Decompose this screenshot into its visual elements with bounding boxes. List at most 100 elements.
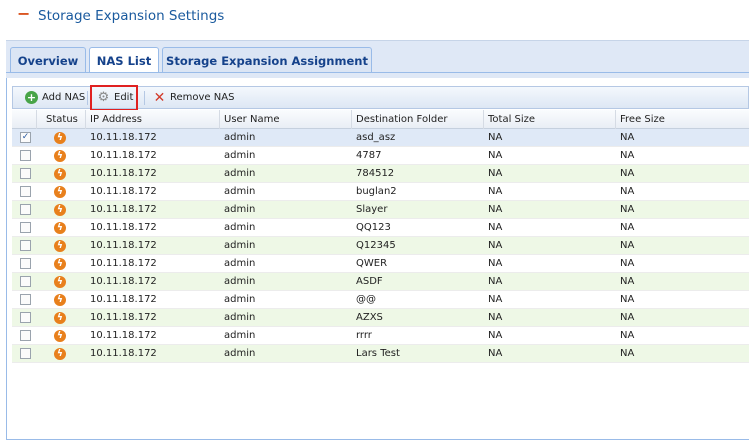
header-checkbox-column xyxy=(12,110,37,129)
table-row[interactable]: ϟ 10.11.18.172 admin QQ123 NA NA xyxy=(12,219,749,237)
remove-x-icon: ✕ xyxy=(153,89,166,106)
edit-highlight-box xyxy=(90,85,138,111)
tab-overview[interactable]: Overview xyxy=(10,47,86,74)
cell-ip-address: 10.11.18.172 xyxy=(90,168,157,179)
cell-destination-folder: Lars Test xyxy=(356,348,400,359)
grid-header: Status IP Address User Name Destination … xyxy=(12,110,749,129)
cell-ip-address: 10.11.18.172 xyxy=(90,222,157,233)
table-row[interactable]: ϟ 10.11.18.172 admin ASDF NA NA xyxy=(12,273,749,291)
minus-icon[interactable]: − xyxy=(17,6,30,22)
header-user-name[interactable]: User Name xyxy=(220,110,352,129)
header-status[interactable]: Status xyxy=(37,110,86,129)
row-checkbox[interactable] xyxy=(20,258,31,269)
row-checkbox[interactable] xyxy=(20,204,31,215)
table-row[interactable]: ϟ 10.11.18.172 admin rrrr NA NA xyxy=(12,327,749,345)
section-title: Storage Expansion Settings xyxy=(38,8,225,24)
header-free-size[interactable]: Free Size xyxy=(616,110,749,129)
row-checkbox[interactable] xyxy=(20,348,31,359)
row-checkbox[interactable] xyxy=(20,330,31,341)
status-lightning-icon: ϟ xyxy=(54,150,66,162)
cell-user-name: admin xyxy=(224,258,256,269)
row-checkbox[interactable] xyxy=(20,222,31,233)
table-row[interactable]: ϟ 10.11.18.172 admin @@ NA NA xyxy=(12,291,749,309)
row-checkbox[interactable] xyxy=(20,168,31,179)
cell-free-size: NA xyxy=(620,204,635,215)
grid-body: ✓ ϟ 10.11.18.172 admin asd_asz NA NA ϟ 10.11.18.… xyxy=(12,129,749,363)
cell-user-name: admin xyxy=(224,348,256,359)
cell-destination-folder: AZXS xyxy=(356,312,383,323)
add-circle-icon: + xyxy=(25,91,38,104)
cell-ip-address: 10.11.18.172 xyxy=(90,186,157,197)
status-lightning-icon: ϟ xyxy=(54,330,66,342)
cell-destination-folder: asd_asz xyxy=(356,132,396,143)
cell-user-name: admin xyxy=(224,276,256,287)
cell-total-size: NA xyxy=(488,348,503,359)
tab-nas-list[interactable]: NAS List xyxy=(89,47,159,75)
row-checkbox[interactable] xyxy=(20,294,31,305)
cell-destination-folder: QWER xyxy=(356,258,388,269)
cell-user-name: admin xyxy=(224,132,256,143)
row-checkbox[interactable] xyxy=(20,240,31,251)
table-row[interactable]: ϟ 10.11.18.172 admin buglan2 NA NA xyxy=(12,183,749,201)
cell-user-name: admin xyxy=(224,186,256,197)
cell-free-size: NA xyxy=(620,330,635,341)
cell-ip-address: 10.11.18.172 xyxy=(90,150,157,161)
table-row[interactable]: ϟ 10.11.18.172 admin AZXS NA NA xyxy=(12,309,749,327)
status-lightning-icon: ϟ xyxy=(54,222,66,234)
cell-ip-address: 10.11.18.172 xyxy=(90,312,157,323)
status-lightning-icon: ϟ xyxy=(54,258,66,270)
cell-total-size: NA xyxy=(488,276,503,287)
cell-user-name: admin xyxy=(224,294,256,305)
table-row[interactable]: ϟ 10.11.18.172 admin QWER NA NA xyxy=(12,255,749,273)
table-row[interactable]: ✓ ϟ 10.11.18.172 admin asd_asz NA NA xyxy=(12,129,749,147)
cell-free-size: NA xyxy=(620,222,635,233)
row-checkbox[interactable] xyxy=(20,312,31,323)
row-checkbox[interactable] xyxy=(20,186,31,197)
status-lightning-icon: ϟ xyxy=(54,132,66,144)
add-nas-button[interactable]: + Add NAS xyxy=(25,87,85,108)
cell-user-name: admin xyxy=(224,222,256,233)
cell-total-size: NA xyxy=(488,312,503,323)
section-header: − Storage Expansion Settings xyxy=(0,0,749,40)
cell-free-size: NA xyxy=(620,168,635,179)
cell-total-size: NA xyxy=(488,204,503,215)
cell-destination-folder: ASDF xyxy=(356,276,383,287)
cell-ip-address: 10.11.18.172 xyxy=(90,330,157,341)
cell-ip-address: 10.11.18.172 xyxy=(90,240,157,251)
header-destination-folder[interactable]: Destination Folder xyxy=(352,110,484,129)
table-row[interactable]: ϟ 10.11.18.172 admin 784512 NA NA xyxy=(12,165,749,183)
cell-total-size: NA xyxy=(488,240,503,251)
remove-nas-label: Remove NAS xyxy=(170,92,235,103)
header-total-size[interactable]: Total Size xyxy=(484,110,616,129)
cell-user-name: admin xyxy=(224,168,256,179)
cell-ip-address: 10.11.18.172 xyxy=(90,132,157,143)
status-lightning-icon: ϟ xyxy=(54,204,66,216)
table-row[interactable]: ϟ 10.11.18.172 admin Lars Test NA NA xyxy=(12,345,749,363)
cell-free-size: NA xyxy=(620,186,635,197)
cell-user-name: admin xyxy=(224,150,256,161)
cell-destination-folder: 784512 xyxy=(356,168,395,179)
row-checkbox[interactable] xyxy=(20,150,31,161)
add-nas-label: Add NAS xyxy=(42,92,86,103)
table-row[interactable]: ϟ 10.11.18.172 admin 4787 NA NA xyxy=(12,147,749,165)
row-checkbox[interactable] xyxy=(20,276,31,287)
cell-free-size: NA xyxy=(620,240,635,251)
cell-total-size: NA xyxy=(488,150,503,161)
cell-destination-folder: Slayer xyxy=(356,204,388,215)
cell-free-size: NA xyxy=(620,294,635,305)
status-lightning-icon: ϟ xyxy=(54,240,66,252)
remove-nas-button[interactable]: ✕ Remove NAS xyxy=(153,87,235,108)
cell-destination-folder: Q12345 xyxy=(356,240,396,251)
cell-total-size: NA xyxy=(488,222,503,233)
tab-storage-expansion-assignment[interactable]: Storage Expansion Assignment xyxy=(162,47,372,74)
cell-destination-folder: buglan2 xyxy=(356,186,397,197)
cell-ip-address: 10.11.18.172 xyxy=(90,348,157,359)
cell-total-size: NA xyxy=(488,294,503,305)
header-ip-address[interactable]: IP Address xyxy=(86,110,220,129)
cell-user-name: admin xyxy=(224,240,256,251)
table-row[interactable]: ϟ 10.11.18.172 admin Slayer NA NA xyxy=(12,201,749,219)
row-checkbox[interactable]: ✓ xyxy=(20,132,31,143)
table-row[interactable]: ϟ 10.11.18.172 admin Q12345 NA NA xyxy=(12,237,749,255)
cell-free-size: NA xyxy=(620,132,635,143)
cell-user-name: admin xyxy=(224,204,256,215)
